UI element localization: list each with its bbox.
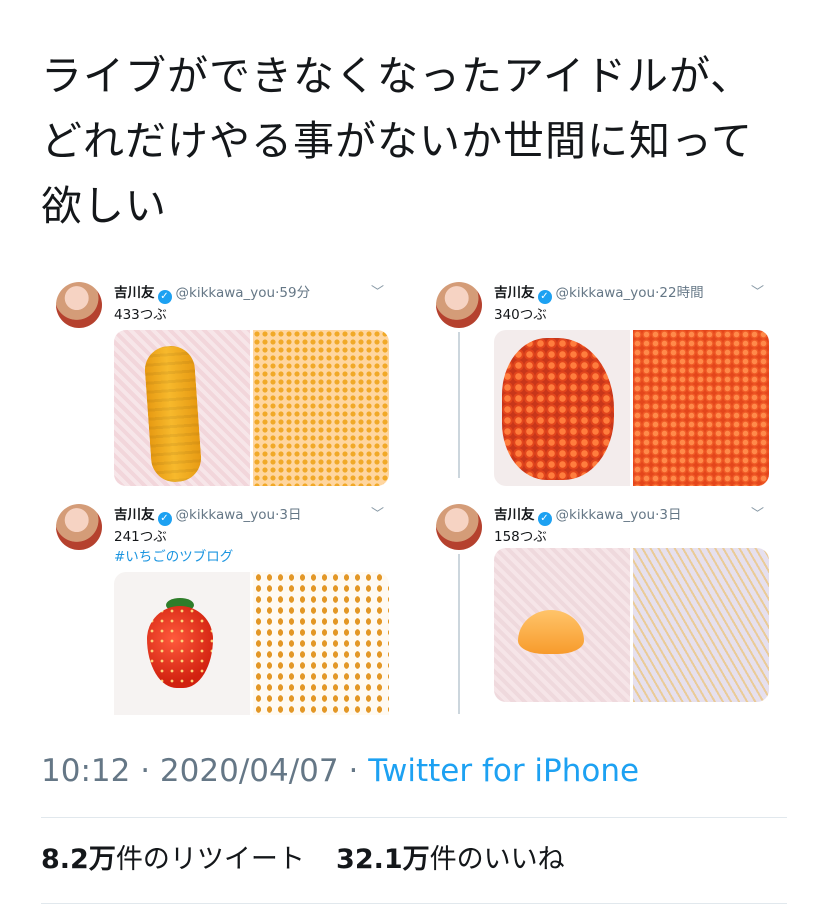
embedded-tweet-corn: 吉川友 ✓ @kikkawa_you·59分 ﹀ 433つぶ — [41, 260, 396, 486]
tweet-timestamp[interactable]: 10:12 — [41, 753, 130, 789]
embedded-tweet-mandarin: 吉川友 ✓ @kikkawa_you·3日 ﹀ 158つぶ — [421, 482, 776, 715]
embedded-tweet-header: 吉川友 ✓ @kikkawa_you·3日 ﹀ — [114, 504, 384, 526]
author-handle: @kikkawa_you — [175, 507, 276, 523]
tweet-date[interactable]: 2020/04/07 — [160, 753, 339, 789]
photo-salmon-roe-spread — [633, 330, 769, 486]
tweet-time: 3日 — [279, 507, 302, 523]
divider — [41, 817, 787, 818]
verified-badge-icon: ✓ — [537, 512, 552, 526]
author-name: 吉川友 — [114, 285, 155, 301]
avatar — [436, 282, 482, 328]
embedded-tweet-header: 吉川友 ✓ @kikkawa_you·59分 ﹀ — [114, 282, 384, 304]
tweet-count-text: 241つぶ — [114, 529, 167, 545]
tweet-media-image[interactable]: 吉川友 ✓ @kikkawa_you·59分 ﹀ 433つぶ 吉川友 ✓ @kikkaw… — [41, 260, 801, 715]
retweet-count: 8.2万 — [41, 844, 116, 875]
thread-line — [458, 554, 460, 714]
retweet-label: 件のリツイート — [115, 844, 305, 875]
chevron-down-icon: ﹀ — [750, 507, 764, 522]
meta-separator: · — [140, 753, 151, 789]
tweet-source-link[interactable]: Twitter for iPhone — [368, 753, 639, 789]
photo-mandarin-segment — [494, 548, 630, 702]
photo-strawberry-whole — [114, 572, 250, 715]
photo-grid — [494, 548, 769, 702]
embedded-tweet-strawberry: 吉川友 ✓ @kikkawa_you·3日 ﹀ 241つぶ #いちごのツブログ — [41, 482, 396, 715]
photo-grid — [494, 330, 769, 486]
photo-corn-whole — [114, 330, 250, 486]
author-name: 吉川友 — [494, 507, 535, 523]
chevron-down-icon: ﹀ — [370, 285, 384, 300]
tweet-text: ライブができなくなったアイドルが、 どれだけやる事がないか世間に知って 欲しい — [41, 52, 753, 230]
embedded-tweet-header: 吉川友 ✓ @kikkawa_you·22時間 ﹀ — [494, 282, 764, 304]
author-name: 吉川友 — [114, 507, 155, 523]
tweet-count-text: 433つぶ — [114, 307, 167, 323]
author-name: 吉川友 — [494, 285, 535, 301]
like-count-link[interactable]: 32.1万件のいいね — [336, 844, 565, 875]
embedded-tweet-header: 吉川友 ✓ @kikkawa_you·3日 ﹀ — [494, 504, 764, 526]
embedded-tweet-salmon-roe: 吉川友 ✓ @kikkawa_you·22時間 ﹀ 340つぶ — [421, 260, 776, 486]
author-handle: @kikkawa_you — [555, 285, 656, 301]
photo-salmon-roe-pile — [494, 330, 630, 486]
photo-strawberry-seeds — [253, 572, 389, 715]
retweet-count-link[interactable]: 8.2万件のリツイート — [41, 844, 305, 875]
like-count: 32.1万 — [336, 844, 430, 875]
photo-corn-kernels — [253, 330, 389, 486]
divider — [41, 903, 787, 904]
verified-badge-icon: ✓ — [157, 290, 172, 304]
chevron-down-icon: ﹀ — [750, 285, 764, 300]
tweet-count-text: 340つぶ — [494, 307, 547, 323]
author-handle: @kikkawa_you — [555, 507, 656, 523]
tweet-count-text: 158つぶ — [494, 529, 547, 545]
avatar — [56, 504, 102, 550]
avatar — [436, 504, 482, 550]
tweet-time: 22時間 — [659, 285, 704, 301]
photo-grid — [114, 330, 389, 486]
chevron-down-icon: ﹀ — [370, 507, 384, 522]
like-label: 件のいいね — [429, 844, 565, 875]
tweet-time: 3日 — [659, 507, 682, 523]
thread-line — [458, 332, 460, 478]
avatar — [56, 282, 102, 328]
author-handle: @kikkawa_you — [175, 285, 276, 301]
photo-grid — [114, 572, 389, 715]
tweet-stats: 8.2万件のリツイート 32.1万件のいいね — [41, 838, 565, 882]
verified-badge-icon: ✓ — [157, 512, 172, 526]
meta-separator: · — [348, 753, 359, 789]
tweet-meta: 10:12 · 2020/04/07 · Twitter for iPhone — [41, 749, 639, 793]
photo-mandarin-pulp — [633, 548, 769, 702]
hashtag-link: #いちごのツブログ — [114, 549, 234, 565]
verified-badge-icon: ✓ — [537, 290, 552, 304]
tweet-time: 59分 — [279, 285, 311, 301]
